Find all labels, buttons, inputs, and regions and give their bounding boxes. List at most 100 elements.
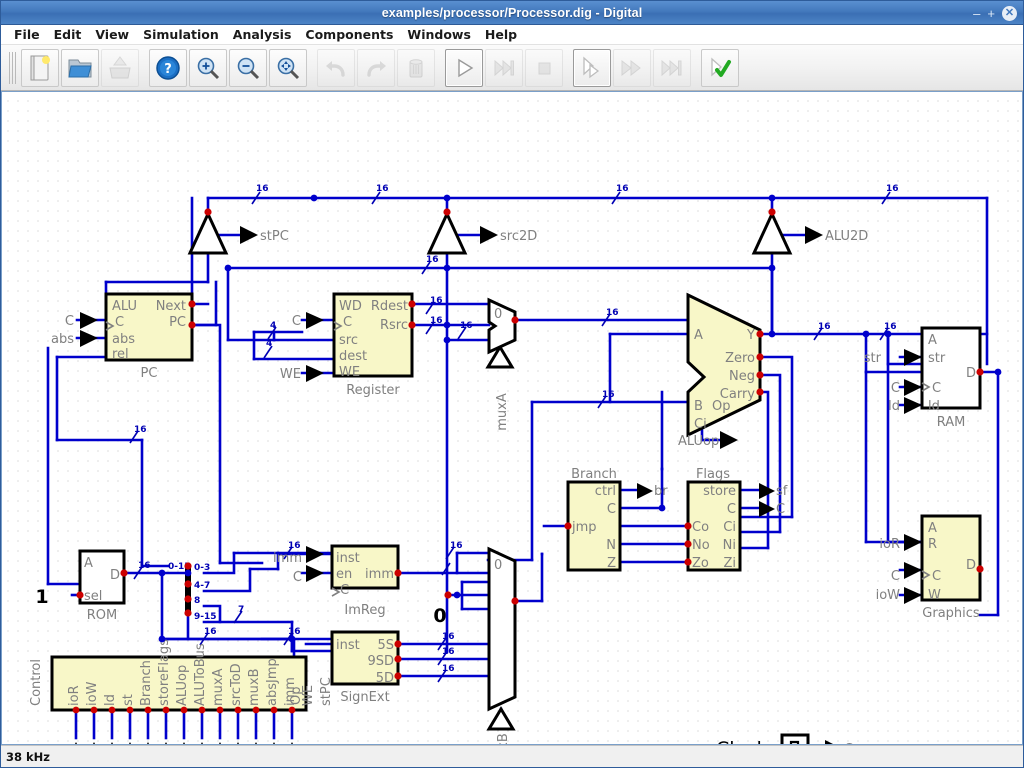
menu-file[interactable]: File [7,26,47,43]
block-register[interactable]: WD C src dest WE Rdest Rsrc Register [334,294,412,398]
imreg-output-imm: imm [365,567,394,582]
run-button[interactable] [445,49,483,87]
control-input-alutobus: ALUToBus [193,643,208,706]
stop-button[interactable] [525,49,563,87]
delete-button[interactable] [397,49,435,87]
block-rom[interactable]: A sel D ROM [80,551,124,623]
bitwidth-label: 16 [204,627,217,637]
step-button[interactable] [485,49,523,87]
bitwidth-label: 16 [818,322,831,332]
graphics-ior-tunnel-label: ioR [879,537,900,552]
fast-step-button[interactable] [653,49,691,87]
block-graphics[interactable]: A R C W D Graphics [922,516,980,621]
bitwidth-label: 16 [288,541,301,551]
mux-b-input-0: 0 [494,558,502,573]
flags-input-co: Co [692,520,709,535]
imreg-input-en: en [336,567,352,582]
graphics-input-r: R [928,537,937,552]
pc-input-rel: rel [112,347,129,362]
ram-ld-tunnel-label: ld [888,399,900,414]
flags-output-ci: Ci [723,520,736,535]
status-bar: 38 kHz [1,745,1023,767]
bitwidth-label: 16 [442,647,455,657]
test-button[interactable] [701,49,739,87]
block-ram[interactable]: A str C ld D RAM [922,328,980,430]
open-file-button[interactable] [61,49,99,87]
fast-run-button[interactable] [613,49,651,87]
bitwidth-label: 16 [376,184,389,194]
branch-input-z: Z [607,556,616,571]
bitwidth-label: 16 [430,296,443,306]
clock-component[interactable]: Clock C [716,735,853,745]
zoom-in-icon [195,55,221,81]
sf-tunnel-label: sf [776,484,788,499]
br-tunnel-label: br [654,484,668,499]
bitwidth-label: 16 [442,664,455,674]
signext-output-5d: 5D [376,671,394,686]
bitwidth-label: 16 [884,322,897,332]
pc-output-pc: PC [169,315,186,330]
menu-analysis[interactable]: Analysis [226,26,299,43]
control-output-op: Op [289,687,304,705]
block-control[interactable]: Control ioR ioW ld st Branch storeFlags … [29,639,334,710]
zoom-in-button[interactable] [189,49,227,87]
alu-output-carry: Carry [720,387,756,402]
maximize-button[interactable]: + [987,7,995,20]
bitwidth-label: 16 [288,627,301,637]
control-input-absjmp: absJmp [265,658,280,706]
bitwidth-label: 16 [450,541,463,551]
block-alu[interactable]: A B Op Ci Y Zero Neg Carry [688,295,760,435]
tunnel-label-we: WE [280,367,301,382]
imm-tunnel-label: imm [273,551,302,566]
circuit-canvas[interactable]: 16 16 16 16 16 4 4 16 16 16 16 16 16 16 … [1,91,1023,745]
skip-forward-icon [659,55,685,81]
aluop-tunnel-label: ALUop [678,434,719,449]
open-folder-icon [67,54,93,82]
control-output-tunnels [66,742,302,745]
block-flags[interactable]: store C Co No Zo Ci Ni Zi Flags [688,467,740,571]
block-branch[interactable]: ctrl C N Z jmp Branch [568,467,620,571]
block-pc[interactable]: ALU C abs rel Next PC PC [106,294,192,381]
splitter-out-3: 9-15 [194,612,217,622]
graphics-block-name: Graphics [922,606,980,621]
muxb-zero-constant[interactable]: 0 [433,605,446,627]
rom-input-sel: sel [84,589,102,604]
zoom-fit-button[interactable] [269,49,307,87]
window-title: examples/processor/Processor.dig - Digit… [382,6,643,20]
block-signext[interactable]: inst 5S 9SD 5D SignExt [332,632,398,705]
control-input-storeflags: storeFlags [157,639,172,706]
menu-edit[interactable]: Edit [47,26,89,43]
close-button[interactable]: ✕ [1002,6,1017,21]
save-file-button[interactable] [101,49,139,87]
menu-simulation[interactable]: Simulation [136,26,226,43]
help-button[interactable]: ? [149,49,187,87]
menu-windows[interactable]: Windows [400,26,478,43]
imreg-c-tunnel-label: C [293,570,302,585]
register-input-wd: WD [339,299,362,314]
new-file-button[interactable] [21,49,59,87]
control-input-stpc: stPC [319,677,334,706]
save-icon [107,54,133,82]
rom-sel-constant[interactable]: 1 [35,586,48,608]
alu-input-ci: Ci [694,417,707,432]
undo-button[interactable] [317,49,355,87]
bitwidth-label: 16 [256,184,269,194]
menu-view[interactable]: View [88,26,136,43]
minimize-button[interactable]: – [973,7,980,20]
run-to-break-button[interactable] [573,49,611,87]
toolbar-grip[interactable] [9,52,16,84]
block-imreg[interactable]: inst en C imm ImReg [332,546,398,618]
alu-output-zero: Zero [725,351,755,366]
zoom-out-button[interactable] [229,49,267,87]
redo-button[interactable] [357,49,395,87]
branch-output-jmp: jmp [571,520,597,535]
menu-help[interactable]: Help [478,26,524,43]
tool-bar: ? [1,45,1023,91]
ram-input-c: C [932,381,941,396]
bitwidth-label: 16 [886,184,899,194]
bitwidth-label: 16 [426,255,439,265]
imreg-input-inst: inst [336,551,360,566]
menu-components[interactable]: Components [298,26,400,43]
bitwidth-label: 4 [266,339,272,349]
tunnel-label-reg-c: C [292,314,301,329]
